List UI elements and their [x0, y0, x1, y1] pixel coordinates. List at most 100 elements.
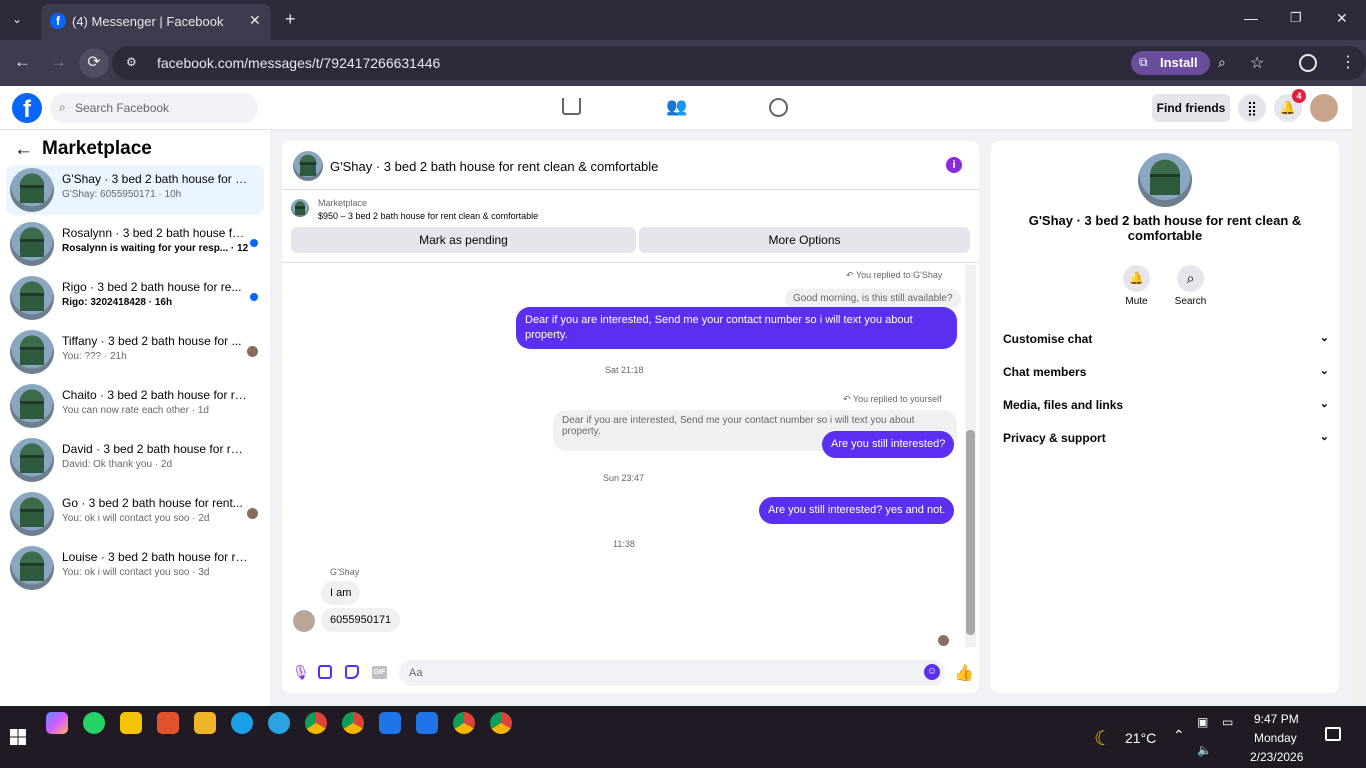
chat-avatar[interactable] — [293, 151, 323, 181]
profile-icon[interactable] — [1299, 54, 1317, 72]
install-button[interactable]: ⧉ Install — [1131, 51, 1210, 75]
friends-icon[interactable]: 👥 — [666, 97, 687, 117]
menu-grid-icon[interactable]: ⣿ — [1238, 94, 1266, 122]
clock-time[interactable]: 9:47 PM — [1254, 712, 1299, 726]
site-info-icon[interactable]: ⚙ — [126, 55, 137, 69]
thumbs-up-icon[interactable]: 👍 — [954, 663, 974, 683]
app-icon[interactable] — [416, 712, 438, 734]
menu-dots-icon[interactable]: ⋮ — [1340, 52, 1356, 72]
telegram-icon[interactable] — [268, 712, 290, 734]
photo-icon[interactable] — [318, 665, 332, 679]
minimize-icon[interactable]: — — [1244, 10, 1258, 26]
info-icon[interactable]: i — [946, 157, 962, 173]
restore-icon[interactable]: ❐ — [1290, 10, 1302, 26]
search-facebook-input[interactable]: ⌕ Search Facebook — [50, 93, 258, 123]
more-options-button[interactable]: More Options — [639, 227, 970, 253]
listing-thumbnail[interactable] — [291, 199, 309, 217]
clock-date[interactable]: 2/23/2026 — [1250, 750, 1303, 764]
quoted-message[interactable]: Good morning, is this still available? — [785, 289, 961, 308]
moon-weather-icon[interactable]: ☾ — [1094, 726, 1112, 751]
chevron-up-icon[interactable]: ⌃ — [1173, 727, 1185, 744]
listing-text[interactable]: $950 – 3 bed 2 bath house for rent clean… — [318, 211, 538, 221]
sticky-notes-icon[interactable] — [120, 712, 142, 734]
unread-dot — [250, 239, 258, 247]
device-icon[interactable]: ▭ — [1222, 715, 1233, 729]
close-tab-icon[interactable]: ✕ — [249, 12, 261, 29]
app-icon[interactable] — [379, 712, 401, 734]
forward-icon[interactable]: → — [50, 52, 67, 72]
back-arrow-icon[interactable]: ← — [14, 139, 33, 161]
zoom-icon[interactable]: ⌕ — [1218, 54, 1226, 71]
account-avatar[interactable] — [1310, 94, 1338, 122]
conversation-title: Rigo · 3 bed 2 bath house for re... — [62, 280, 242, 294]
conversation-item[interactable]: Louise · 3 bed 2 bath house for re... You… — [6, 543, 264, 593]
chrome-icon[interactable] — [490, 712, 512, 734]
notification-center-icon[interactable] — [1325, 727, 1341, 741]
sticker-icon[interactable] — [345, 665, 359, 679]
file-explorer-icon[interactable] — [194, 712, 216, 734]
reply-indicator: ↶ You replied to G'Shay — [846, 270, 942, 281]
conversation-item[interactable]: Chaito · 3 bed 2 bath house for re... You… — [6, 381, 264, 431]
chat-members-section[interactable]: Chat members ⌄ — [1003, 365, 1329, 379]
temperature[interactable]: 21°C — [1125, 730, 1156, 746]
message-input[interactable]: Aa ☺ — [399, 660, 945, 686]
conversation-item[interactable]: David · 3 bed 2 bath house for ren... Dav… — [6, 435, 264, 485]
close-window-icon[interactable]: ✕ — [1336, 10, 1348, 27]
microphone-icon[interactable]: 🎙 — [292, 664, 310, 681]
emoji-icon[interactable]: ☺ — [924, 664, 940, 680]
incoming-message[interactable]: 6055950171 — [321, 608, 401, 632]
conversation-item[interactable]: G'Shay · 3 bed 2 bath house for re... G'S… — [6, 165, 264, 215]
chat-title[interactable]: G'Shay · 3 bed 2 bath house for rent cle… — [330, 159, 658, 174]
sender-avatar[interactable] — [293, 610, 315, 632]
divider — [282, 262, 979, 263]
privacy-support-section[interactable]: Privacy & support ⌄ — [1003, 431, 1329, 445]
volume-icon[interactable]: 🔈 — [1197, 743, 1212, 757]
page-scrollbar[interactable] — [1352, 86, 1366, 706]
search-label[interactable]: Search — [1168, 296, 1213, 307]
media-files-links-section[interactable]: Media, files and links ⌄ — [1003, 398, 1329, 412]
outgoing-message[interactable]: Are you still interested? — [822, 431, 955, 458]
tab-list-chevron-icon[interactable]: ⌄ — [12, 12, 22, 26]
clock-day[interactable]: Monday — [1254, 731, 1297, 745]
incoming-message[interactable]: I am — [321, 581, 361, 605]
find-friends-button[interactable]: Find friends — [1152, 94, 1230, 122]
whatsapp-icon[interactable] — [83, 712, 105, 734]
windows-start-icon[interactable] — [10, 729, 26, 745]
outgoing-message[interactable]: Dear if you are interested, Send me your… — [516, 307, 957, 349]
divider — [282, 189, 979, 190]
gif-icon[interactable]: GIF — [372, 666, 387, 679]
customise-chat-section[interactable]: Customise chat ⌄ — [1003, 332, 1329, 346]
mute-label[interactable]: Mute — [1114, 296, 1159, 307]
chrome-icon[interactable] — [305, 712, 327, 734]
reload-icon[interactable]: ⟳ — [79, 48, 109, 78]
chat-scrollbar-thumb[interactable] — [966, 430, 975, 635]
app-icon[interactable] — [157, 712, 179, 734]
bookmark-star-icon[interactable]: ☆ — [1250, 53, 1264, 73]
chat-scrollbar[interactable] — [965, 265, 976, 647]
facebook-logo-icon[interactable]: f — [12, 93, 42, 123]
outgoing-message[interactable]: Are you still interested? yes and not. — [759, 497, 955, 524]
mute-bell-icon[interactable]: 🔔 — [1123, 265, 1150, 292]
conversation-item[interactable]: Tiffany · 3 bed 2 bath house for ... You:… — [6, 327, 264, 377]
url-text[interactable]: facebook.com/messages/t/792417266631446 — [157, 55, 440, 71]
conversation-item[interactable]: Rosalynn · 3 bed 2 bath house fo... Rosal… — [6, 219, 264, 269]
back-icon[interactable]: ← — [14, 52, 31, 72]
tab-title: (4) Messenger | Facebook — [72, 14, 224, 29]
conversation-preview: David: Ok thank you · 2d — [62, 459, 173, 470]
chrome-icon[interactable] — [453, 712, 475, 734]
info-avatar[interactable] — [1138, 153, 1192, 207]
reply-label: You replied to G'Shay — [855, 270, 943, 280]
copilot-icon[interactable] — [46, 712, 68, 734]
conversation-preview: Rosalynn is waiting for your resp... · 1… — [62, 243, 248, 254]
home-icon[interactable] — [562, 98, 581, 115]
conversation-item[interactable]: Go · 3 bed 2 bath house for rent... You: … — [6, 489, 264, 539]
search-icon[interactable]: ⌕ — [1177, 265, 1204, 292]
conversation-item[interactable]: Rigo · 3 bed 2 bath house for re... Rigo:… — [6, 273, 264, 323]
edge-icon[interactable] — [231, 712, 253, 734]
mark-as-pending-button[interactable]: Mark as pending — [291, 227, 636, 253]
groups-icon[interactable] — [769, 98, 788, 117]
new-tab-icon[interactable]: + — [285, 9, 296, 30]
browser-tab[interactable]: f (4) Messenger | Facebook ✕ — [41, 4, 271, 40]
chrome-icon[interactable] — [342, 712, 364, 734]
network-icon[interactable]: ▣ — [1197, 715, 1208, 729]
